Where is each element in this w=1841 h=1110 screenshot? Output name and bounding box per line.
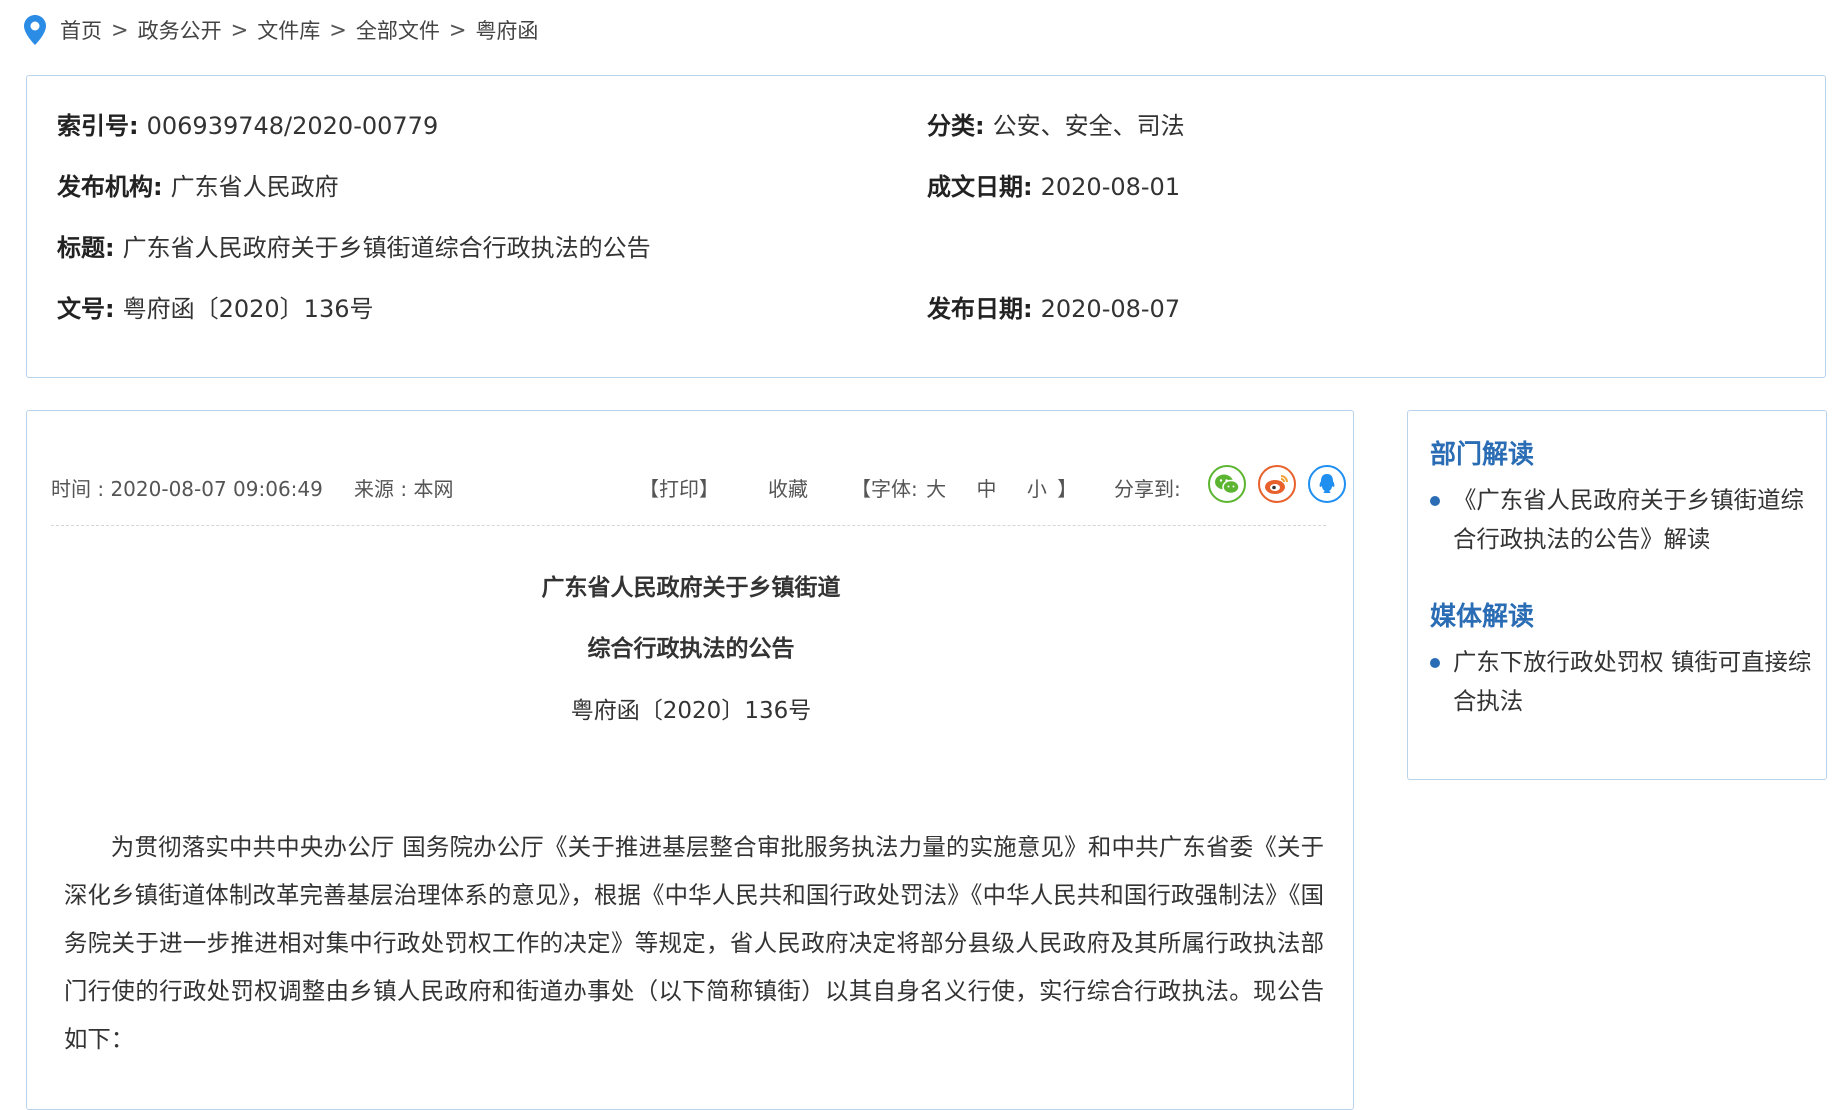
meta-written-date-value: 2020-08-01 xyxy=(1040,173,1181,201)
meta-publish-date-value: 2020-08-07 xyxy=(1040,295,1181,323)
meta-doc-number-label: 文号: xyxy=(57,295,115,323)
location-pin-icon xyxy=(24,15,46,45)
article-toolbar: 时间 : 2020-08-07 09:06:49 来源 : 本网 【打印】 收藏… xyxy=(51,465,1346,526)
publish-time: 时间 : 2020-08-07 09:06:49 xyxy=(51,477,323,501)
bullet-icon xyxy=(1430,658,1440,668)
department-interpretation-link[interactable]: 《广东省人民政府关于乡镇街道综合行政执法的公告》解读 xyxy=(1453,486,1804,553)
breadcrumb-all-files[interactable]: 全部文件 xyxy=(356,15,440,45)
print-button[interactable]: 【打印】 xyxy=(639,473,719,502)
meta-index: 索引号: 006939748/2020-00779 xyxy=(57,106,438,141)
meta-index-value: 006939748/2020-00779 xyxy=(146,112,439,140)
meta-publisher: 发布机构: 广东省人民政府 xyxy=(57,167,339,202)
document-body: 为贯彻落实中共中央办公厅 国务院办公厅《关于推进基层整合审批服务执法力量的实施意… xyxy=(64,833,1324,1053)
share-label: 分享到: xyxy=(1114,477,1181,501)
document-title-line-2: 综合行政执法的公告 xyxy=(587,636,795,662)
breadcrumb-gov-affairs[interactable]: 政务公开 xyxy=(138,15,222,45)
breadcrumb: 首页 > 政务公开 > 文件库 > 全部文件 > 粤府函 xyxy=(24,12,538,48)
favorite-button[interactable]: 收藏 xyxy=(768,473,808,502)
source: 来源 : 本网 xyxy=(354,477,454,501)
meta-category-value: 公安、安全、司法 xyxy=(992,112,1185,140)
article-panel: 时间 : 2020-08-07 09:06:49 来源 : 本网 【打印】 收藏… xyxy=(26,410,1354,1110)
bullet-icon xyxy=(1430,496,1440,506)
font-size-control: 【字体: 大 中 小 】 xyxy=(851,473,1077,502)
font-medium-button[interactable]: 中 xyxy=(976,477,996,501)
meta-title: 标题: 广东省人民政府关于乡镇街道综合行政执法的公告 xyxy=(57,228,651,263)
qq-share-icon[interactable] xyxy=(1308,465,1346,503)
font-large-button[interactable]: 大 xyxy=(926,477,946,501)
breadcrumb-separator: > xyxy=(230,18,249,42)
meta-doc-number-value: 粤府函〔2020〕136号 xyxy=(122,295,374,323)
meta-publisher-label: 发布机构: xyxy=(57,173,163,201)
meta-publish-date-label: 发布日期: xyxy=(927,295,1033,323)
weibo-share-icon[interactable] xyxy=(1258,465,1296,503)
media-interpretation-item[interactable]: 广东下放行政处罚权 镇街可直接综合执法 xyxy=(1430,643,1815,721)
meta-doc-number: 文号: 粤府函〔2020〕136号 xyxy=(57,289,374,324)
meta-publisher-value: 广东省人民政府 xyxy=(170,173,339,201)
font-size-suffix: 】 xyxy=(1057,477,1078,501)
breadcrumb-current[interactable]: 粤府函 xyxy=(475,15,538,45)
department-interpretation-heading: 部门解读 xyxy=(1430,440,1535,470)
breadcrumb-separator: > xyxy=(448,18,467,42)
breadcrumb-separator: > xyxy=(111,18,129,42)
media-interpretation-heading: 媒体解读 xyxy=(1430,602,1535,632)
wechat-share-icon[interactable] xyxy=(1208,465,1246,503)
interpretation-sidebar: 部门解读 《广东省人民政府关于乡镇街道综合行政执法的公告》解读 媒体解读 广东下… xyxy=(1407,410,1827,780)
document-metadata-panel: 索引号: 006939748/2020-00779 分类: 公安、安全、司法 发布机… xyxy=(26,75,1826,378)
meta-title-value: 广东省人民政府关于乡镇街道综合行政执法的公告 xyxy=(122,234,651,262)
department-interpretation-item[interactable]: 《广东省人民政府关于乡镇街道综合行政执法的公告》解读 xyxy=(1430,481,1815,559)
meta-written-date: 成文日期: 2020-08-01 xyxy=(927,167,1180,202)
font-size-prefix: 【字体: xyxy=(851,477,918,501)
meta-index-label: 索引号: xyxy=(57,112,139,140)
meta-publish-date: 发布日期: 2020-08-07 xyxy=(927,289,1180,324)
font-small-button[interactable]: 小 xyxy=(1027,477,1047,501)
breadcrumb-separator: > xyxy=(329,18,347,42)
breadcrumb-file-library[interactable]: 文件库 xyxy=(257,15,320,45)
meta-category: 分类: 公安、安全、司法 xyxy=(927,106,1185,141)
breadcrumb-home[interactable]: 首页 xyxy=(60,15,102,45)
meta-category-label: 分类: xyxy=(927,112,985,140)
meta-title-label: 标题: xyxy=(57,234,115,262)
media-interpretation-link[interactable]: 广东下放行政处罚权 镇街可直接综合执法 xyxy=(1453,648,1811,715)
document-number: 粤府函〔2020〕136号 xyxy=(570,698,812,724)
meta-written-date-label: 成文日期: xyxy=(927,173,1033,201)
document-title-line-1: 广东省人民政府关于乡镇街道 xyxy=(541,575,841,601)
